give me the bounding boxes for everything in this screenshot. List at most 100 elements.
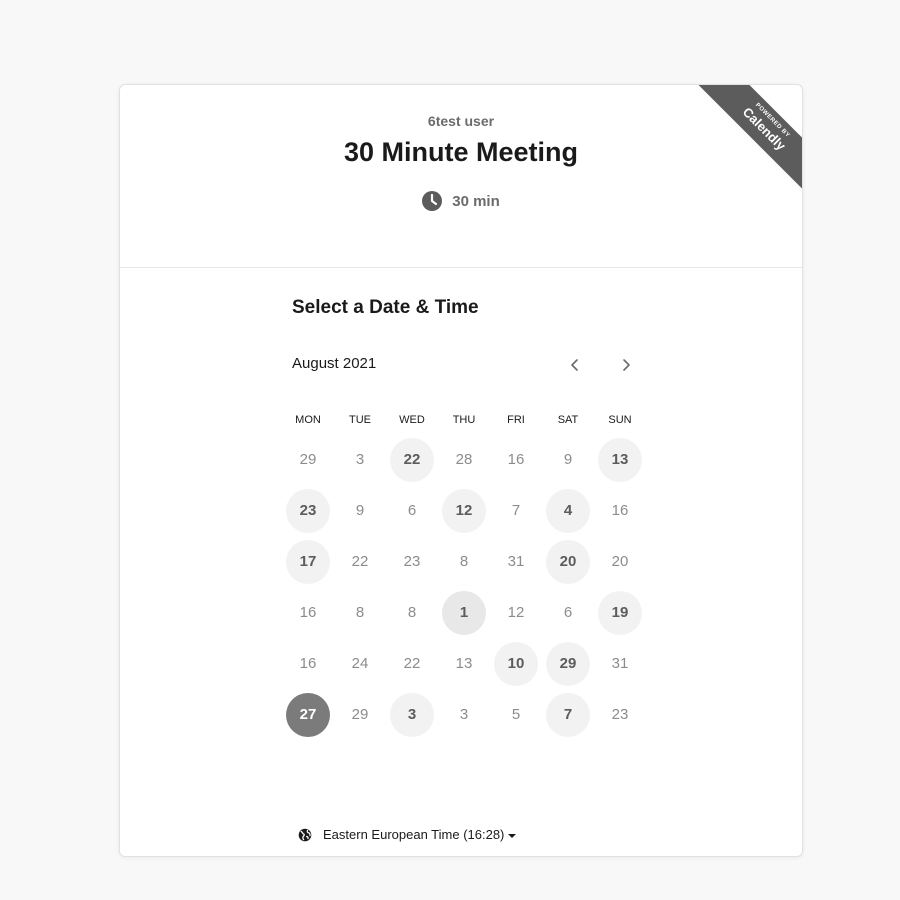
caret-down-icon [508,833,517,838]
calendar-day-number: 16 [299,604,317,621]
weekday-header: MON TUE WED THU FRI SAT SUN [282,414,646,426]
timezone-value: Eastern European Time (16:28) [323,827,505,842]
calendar-day: 9 [334,485,386,536]
calendar-day-available[interactable]: 1 [438,587,490,638]
calendar-day-number: 5 [511,706,521,723]
calendar-day-number: 31 [611,655,629,672]
weekday-label: THU [452,414,476,426]
calendar-day: 3 [334,434,386,485]
calendar-day: 6 [386,485,438,536]
calendar-day-number: 1 [442,590,486,635]
calendar-day-available[interactable]: 10 [490,638,542,689]
clock-icon [422,191,443,211]
calendar-day-available[interactable]: 29 [542,638,594,689]
calendar-day-number: 7 [511,502,521,519]
calendar-day: 6 [542,587,594,638]
calendar-day-number: 3 [459,706,469,723]
calendar-day-available[interactable]: 13 [594,434,646,485]
chevron-right-icon [623,359,630,371]
calendar-day: 8 [334,587,386,638]
weekday-label: SAT [557,414,579,426]
calendar-day-number: 8 [459,553,469,570]
weekday-label: MON [295,414,321,426]
calendar-day-number: 6 [407,502,417,519]
weekday-label: SUN [608,414,632,426]
calendar-day-number: 10 [494,641,538,686]
month-navigation: August 2021 [292,353,642,377]
timezone-selector[interactable]: Eastern European Time (16:28) [298,827,517,842]
calendar-day: 8 [438,536,490,587]
calendar-day: 16 [282,638,334,689]
timezone-label: Eastern European Time (16:28) [323,827,517,842]
calendar-day: 7 [490,485,542,536]
calendar-day-available[interactable]: 12 [438,485,490,536]
calendar-day-available[interactable]: 4 [542,485,594,536]
globe-icon [298,828,312,841]
calendar-day: 8 [386,587,438,638]
calendar-day-number: 23 [611,706,629,723]
calendar-day-number: 8 [407,604,417,621]
calendar-day: 29 [334,689,386,740]
calendar-day-number: 13 [455,655,473,672]
calendar-day: 16 [282,587,334,638]
calendar-day: 20 [594,536,646,587]
calendar-day-selected[interactable]: 27 [282,689,334,740]
calendar-day-number: 17 [286,539,330,584]
calendar-day-number: 22 [351,553,369,570]
calendar-day-number: 9 [355,502,365,519]
calendar-day-number: 22 [390,437,434,482]
calendar-week-row: 17 22 23 8 31 20 20 [282,536,646,587]
calendar-day: 13 [438,638,490,689]
calendar-day: 9 [542,434,594,485]
calendar-day-available[interactable]: 23 [282,485,334,536]
date-picker-panel: Select a Date & Time August 2021 MON TUE… [286,297,652,842]
calendar-day-number: 28 [455,451,473,468]
powered-by-ribbon[interactable]: POWERED BY Calendly [692,85,802,195]
weekday-label: TUE [349,414,371,426]
calendar-week-row: 16 24 22 13 10 29 31 [282,638,646,689]
booking-card: 6test user 30 Minute Meeting 30 min POWE… [119,84,803,857]
calendar-day: 12 [490,587,542,638]
calendar-day-number: 16 [299,655,317,672]
calendar-day-available[interactable]: 22 [386,434,438,485]
next-month-button[interactable] [614,353,638,377]
calendar-day-number: 13 [598,437,642,482]
calendar-day-number: 12 [507,604,525,621]
calendar-day-available[interactable]: 3 [386,689,438,740]
prev-month-button[interactable] [563,353,587,377]
calendar-day-number: 31 [507,553,525,570]
calendar-day: 22 [386,638,438,689]
calendar-grid: 29 3 22 28 16 9 13 23 9 6 12 7 4 16 17 22 23 8 31 20 20 16 8 8 1… [282,434,646,740]
calendar-day-number: 20 [611,553,629,570]
calendar-day-available[interactable]: 19 [594,587,646,638]
calendar-week-row: 16 8 8 1 12 6 19 [282,587,646,638]
calendar-day: 22 [334,536,386,587]
calendar-day-number: 3 [390,692,434,737]
calendar-day-number: 3 [355,451,365,468]
duration-label: 30 min [452,192,500,210]
calendar-day: 24 [334,638,386,689]
calendar-day: 3 [438,689,490,740]
calendar-day-number: 9 [563,451,573,468]
section-title: Select a Date & Time [292,297,479,318]
calendar-day-number: 7 [546,692,590,737]
calendar-day: 31 [490,536,542,587]
calendar-day-number: 29 [351,706,369,723]
calendar-day: 29 [282,434,334,485]
calendar-day: 16 [594,485,646,536]
calendar-week-row: 29 3 22 28 16 9 13 [282,434,646,485]
calendar-day: 28 [438,434,490,485]
calendar-day-number: 27 [286,692,330,737]
calendar-day-number: 12 [442,488,486,533]
weekday-label: WED [399,414,425,426]
calendar-day: 31 [594,638,646,689]
calendar-day-available[interactable]: 7 [542,689,594,740]
chevron-left-icon [571,359,578,371]
calendar-day-number: 16 [611,502,629,519]
calendar-day-number: 22 [403,655,421,672]
calendar-day-available[interactable]: 20 [542,536,594,587]
month-label: August 2021 [292,355,377,372]
calendar-day-available[interactable]: 17 [282,536,334,587]
calendar-day: 16 [490,434,542,485]
calendar-week-row: 27 29 3 3 5 7 23 [282,689,646,740]
